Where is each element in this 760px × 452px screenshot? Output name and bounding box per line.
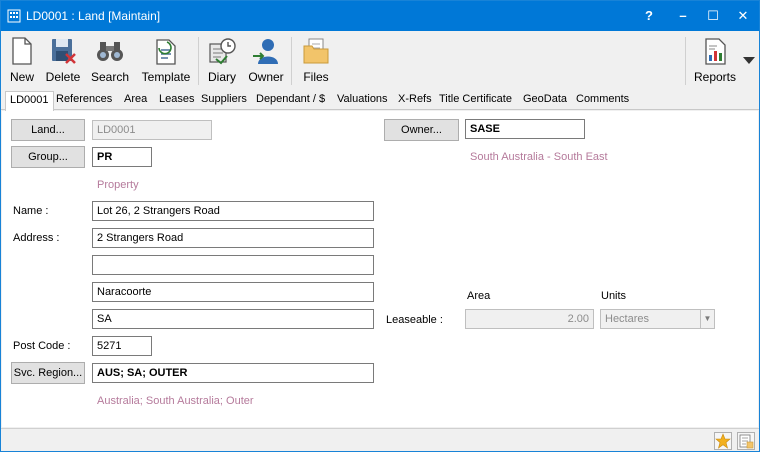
building-icon (7, 9, 21, 23)
postcode-label: Post Code : (13, 340, 71, 352)
diary-button[interactable]: Diary (205, 36, 239, 88)
diary-clock-icon (209, 38, 236, 65)
folder-icon (303, 38, 329, 64)
status-bar (1, 428, 759, 451)
delete-icon (52, 39, 76, 64)
new-button[interactable]: New (7, 36, 37, 88)
owner-person-icon (253, 39, 278, 64)
group-button[interactable]: Group... (11, 146, 85, 168)
delete-button[interactable]: Delete (44, 36, 82, 88)
svc-region-button[interactable]: Svc. Region... (11, 362, 85, 384)
title-bar: LD0001 : Land [Maintain] ? – ☐ ✕ (1, 1, 759, 31)
tab-title-certificate[interactable]: Title Certificate (439, 93, 512, 105)
minimize-button[interactable]: – (668, 1, 698, 31)
address-line-1-field[interactable]: 2 Strangers Road (92, 228, 374, 248)
tab-ld0001[interactable]: LD0001 (5, 91, 54, 111)
leaseable-label: Leaseable : (386, 314, 443, 326)
owner-code-field[interactable]: SASE (465, 119, 585, 139)
maximize-button[interactable]: ☐ (698, 1, 728, 31)
window-title: LD0001 : Land [Maintain] (26, 9, 161, 23)
notes-button[interactable] (737, 432, 755, 450)
tab-strip: LD0001 References Area Leases Suppliers … (1, 91, 759, 111)
files-button[interactable]: Files (299, 36, 333, 88)
search-button[interactable]: Search (90, 36, 130, 88)
reports-dropdown-icon[interactable] (742, 56, 756, 66)
postcode-field[interactable]: 5271 (92, 336, 152, 356)
chevron-down-icon: ▼ (700, 310, 714, 328)
toolbar-separator (198, 37, 199, 85)
tab-references[interactable]: References (56, 93, 112, 105)
name-field[interactable]: Lot 26, 2 Strangers Road (92, 201, 374, 221)
group-code-field[interactable]: PR (92, 147, 152, 167)
tab-dependant[interactable]: Dependant / $ (256, 93, 325, 105)
owner-button[interactable]: Owner (246, 36, 286, 88)
tab-x-refs[interactable]: X-Refs (398, 93, 432, 105)
units-select: Hectares ▼ (600, 309, 715, 329)
star-icon (715, 433, 731, 449)
form-panel: Land... LD0001 Owner... SASE South Austr… (2, 111, 758, 427)
owner-description: South Australia - South East (470, 151, 608, 163)
toolbar: New Delete Search Template Diary Owner F… (1, 31, 759, 91)
address-line-2-field[interactable] (92, 255, 374, 275)
owner-lookup-button[interactable]: Owner... (384, 119, 459, 141)
address-label: Address : (13, 232, 60, 244)
tab-geodata[interactable]: GeoData (523, 93, 567, 105)
land-button[interactable]: Land... (11, 119, 85, 141)
units-select-value: Hectares (605, 313, 650, 325)
main-window: LD0001 : Land [Maintain] ? – ☐ ✕ New Del… (0, 0, 760, 452)
tab-valuations[interactable]: Valuations (337, 93, 388, 105)
reports-icon (705, 38, 726, 65)
notes-icon (739, 434, 754, 449)
binoculars-icon (97, 42, 123, 61)
name-label: Name : (13, 205, 49, 217)
tab-comments[interactable]: Comments (576, 93, 629, 105)
svc-region-description: Australia; South Australia; Outer (97, 395, 254, 407)
area-header: Area (467, 290, 491, 302)
tab-area[interactable]: Area (124, 93, 147, 105)
tab-leases[interactable]: Leases (159, 93, 194, 105)
group-description: Property (97, 179, 139, 191)
units-header: Units (601, 290, 627, 302)
toolbar-separator (291, 37, 292, 85)
help-button[interactable]: ? (634, 1, 664, 31)
template-button[interactable]: Template (140, 36, 192, 88)
svc-region-field[interactable]: AUS; SA; OUTER (92, 363, 374, 383)
reports-button[interactable]: Reports (693, 36, 737, 88)
favorite-button[interactable] (714, 432, 732, 450)
address-line-4-field[interactable]: SA (92, 309, 374, 329)
tab-suppliers[interactable]: Suppliers (201, 93, 247, 105)
land-code-field: LD0001 (92, 120, 212, 140)
new-document-icon (12, 37, 32, 65)
leaseable-area-field: 2.00 (465, 309, 594, 329)
close-button[interactable]: ✕ (728, 1, 758, 31)
template-icon (156, 39, 176, 65)
address-line-3-field[interactable]: Naracoorte (92, 282, 374, 302)
toolbar-separator (685, 37, 686, 85)
